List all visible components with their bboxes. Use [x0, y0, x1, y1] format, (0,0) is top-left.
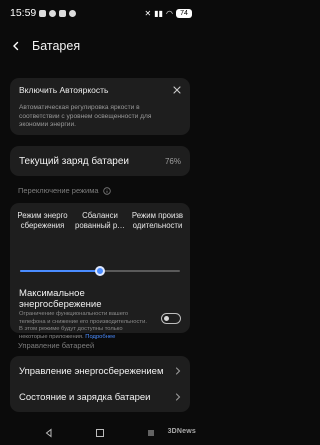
status-right: ✕ ▮▮ ◠ 74	[144, 8, 192, 18]
charge-label: Текущий заряд батареи	[19, 155, 129, 167]
mode-section-label: Переключение режима	[18, 186, 111, 195]
mode-section-text: Переключение режима	[18, 186, 99, 195]
power-modes-card: Режим энерго сбережения Сбаланси рованны…	[10, 203, 190, 340]
toggle-knob	[164, 315, 169, 321]
notice-text: Автоматическая регулировка яркости в соо…	[19, 104, 152, 129]
back-arrow-icon	[13, 41, 19, 51]
back-button[interactable]	[0, 34, 32, 58]
mode-labels: Режим энерго сбережения Сбаланси рованны…	[10, 211, 190, 230]
slider-fill	[20, 270, 100, 272]
app-notification-icon	[49, 9, 57, 17]
menu-item-power-saving-management[interactable]: Управление энергосбережением	[10, 358, 190, 384]
header: Батарея	[0, 34, 200, 58]
status-time: 15:59	[10, 7, 37, 19]
battery-icon: 74	[176, 8, 192, 18]
mode-slider[interactable]	[20, 266, 180, 276]
info-icon[interactable]	[102, 186, 111, 195]
status-left: 15:59	[10, 7, 77, 19]
max-saving-description: Ограничение функциональности вашего теле…	[19, 311, 149, 341]
notice-title: Включить Автояркость	[19, 85, 109, 95]
chevron-right-icon	[175, 367, 181, 375]
status-bar: 15:59 ✕ ▮▮ ◠ 74	[0, 0, 200, 26]
close-icon	[173, 86, 181, 94]
menu-item-battery-health[interactable]: Состояние и зарядка батареи	[10, 384, 190, 410]
home-icon[interactable]	[95, 428, 105, 438]
management-section-text: Управление батареей	[18, 341, 95, 350]
charge-value: 76%	[164, 156, 181, 166]
signal-icon: ▮▮	[154, 8, 164, 18]
back-nav-icon[interactable]	[44, 427, 54, 438]
mute-icon: ✕	[144, 8, 152, 18]
auto-brightness-notice[interactable]: Включить Автояркость Автоматическая регу…	[10, 78, 190, 135]
max-saving-title: Максимальное энергосбережение	[19, 288, 102, 311]
mode-balanced[interactable]: Сбаланси рованный р…	[72, 211, 129, 230]
dot-icon	[69, 9, 77, 17]
watermark: 3DNews	[167, 428, 196, 435]
chevron-right-icon	[175, 393, 181, 401]
slider-thumb[interactable]	[95, 266, 105, 276]
message-icon	[59, 9, 67, 17]
mode-performance[interactable]: Режим произв одительности	[129, 211, 186, 230]
management-section-label: Управление батареей	[18, 341, 94, 350]
menu-item-label: Состояние и зарядка батареи	[19, 391, 151, 403]
recents-icon[interactable]	[146, 428, 156, 438]
max-saving-toggle[interactable]	[161, 313, 181, 324]
battery-management-card: Управление энергосбережением Состояние и…	[10, 356, 190, 412]
close-button[interactable]	[171, 84, 183, 96]
menu-item-label: Управление энергосбережением	[19, 365, 164, 377]
learn-more-link[interactable]: Подробнее	[85, 334, 115, 340]
current-charge-row[interactable]: Текущий заряд батареи 76%	[10, 146, 190, 176]
mode-power-saving[interactable]: Режим энерго сбережения	[14, 211, 71, 230]
wifi-icon: ◠	[166, 8, 173, 18]
max-saving-description-text: Ограничение функциональности вашего теле…	[19, 311, 147, 340]
page-title: Батарея	[32, 39, 81, 53]
notification-icon	[39, 9, 47, 17]
